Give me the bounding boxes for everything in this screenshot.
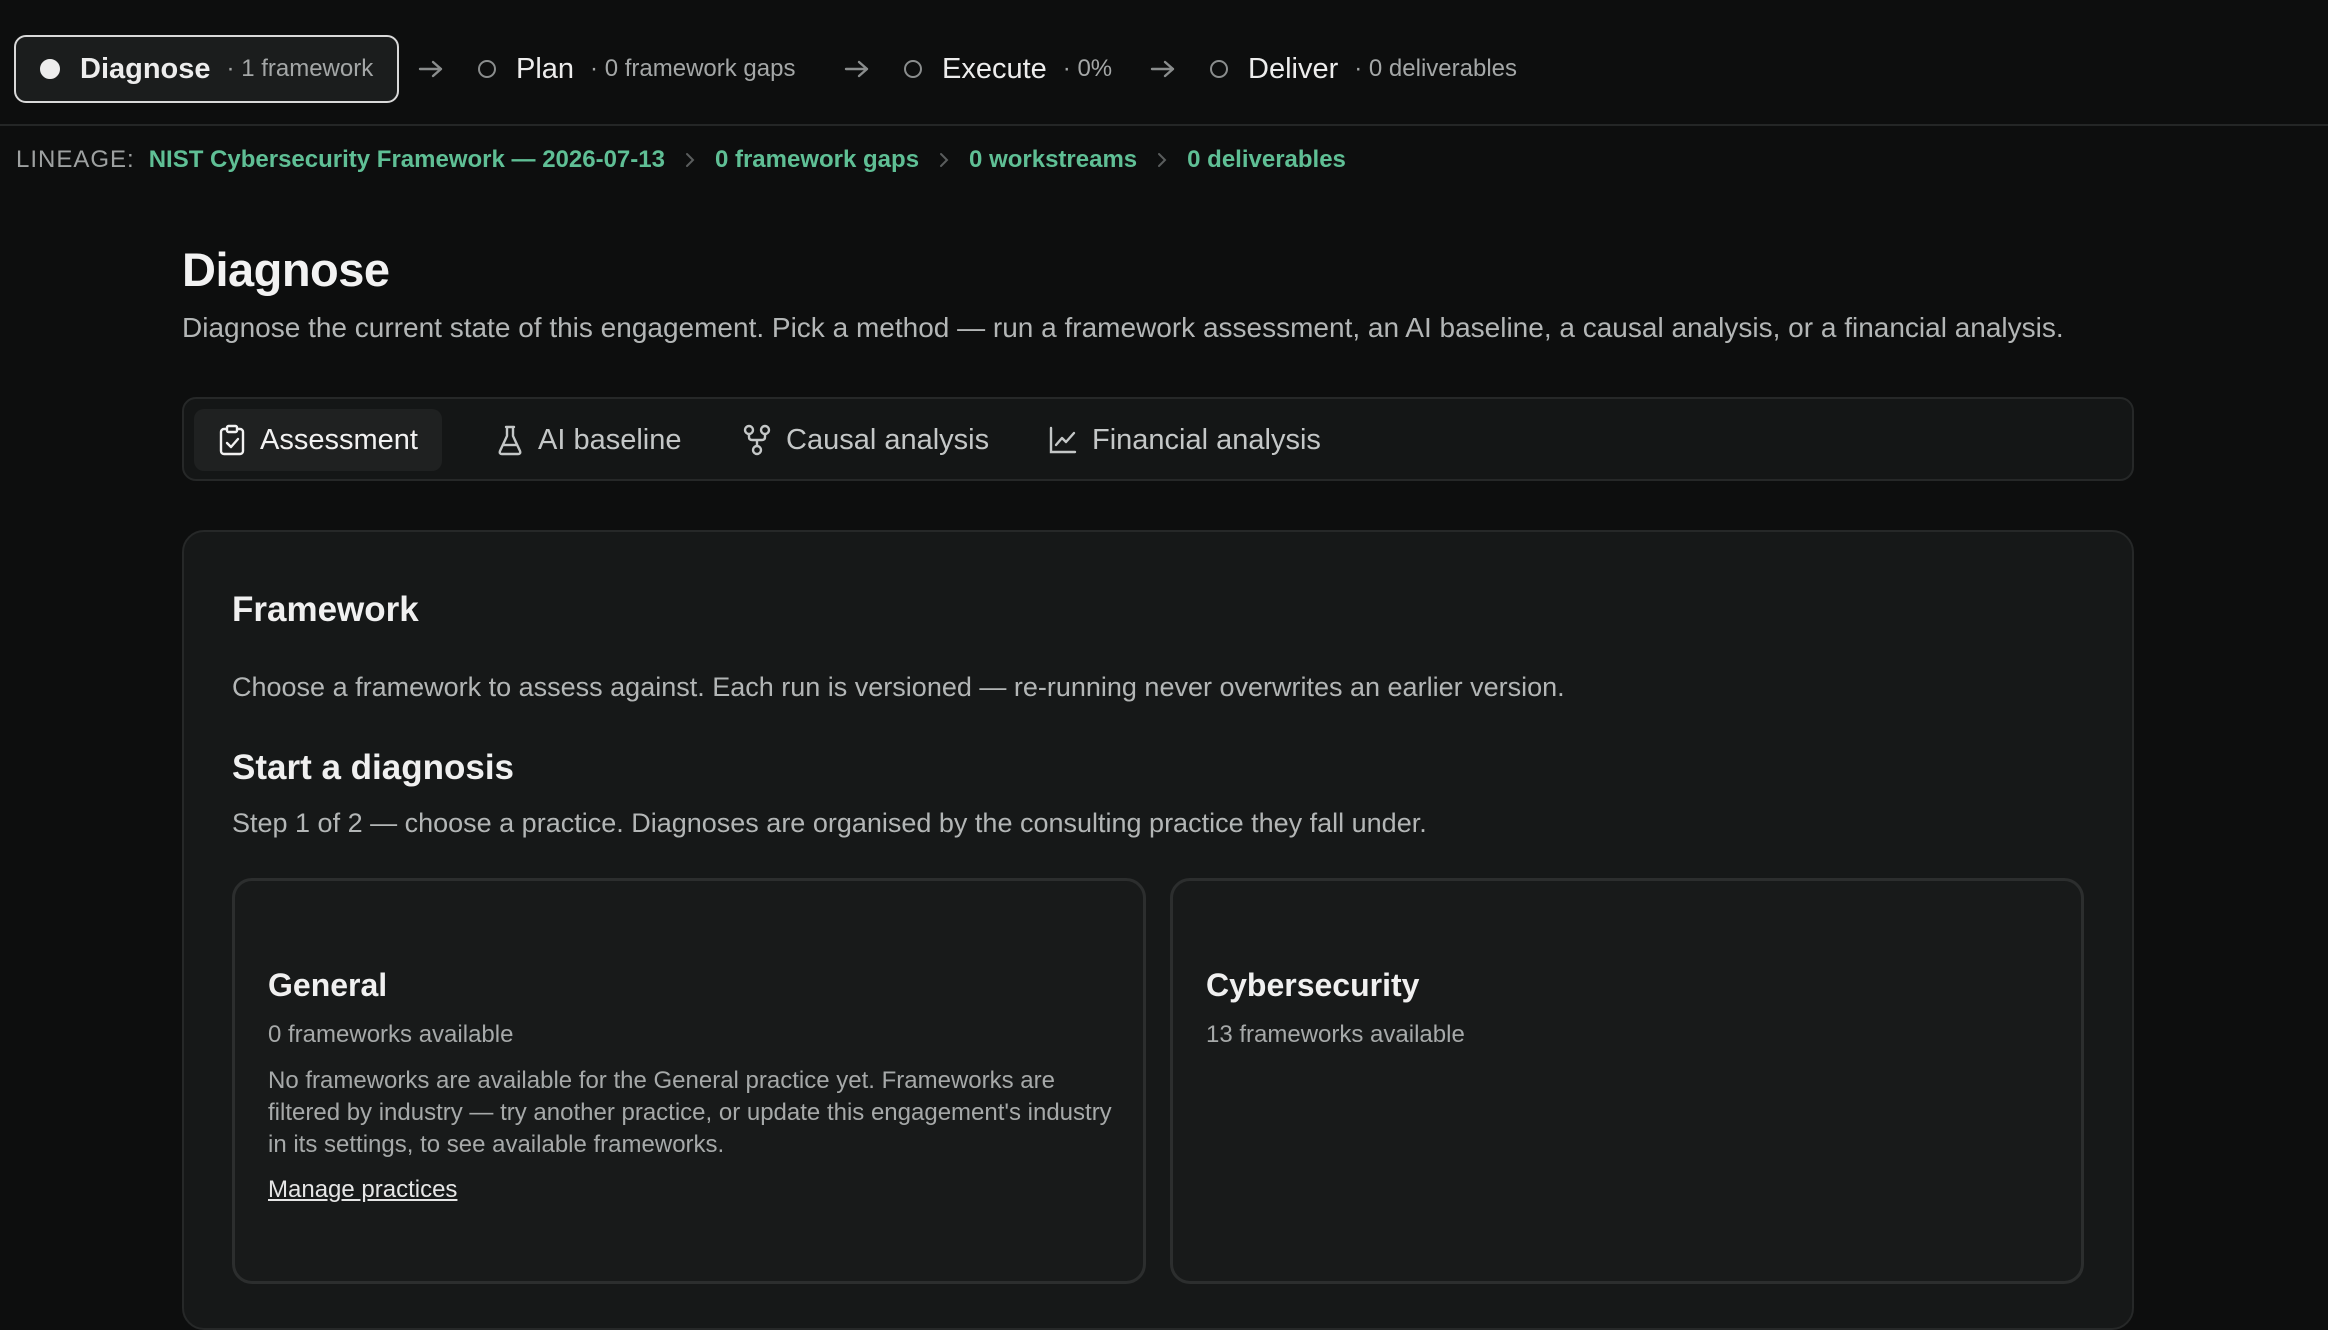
diagnosis-description: Step 1 of 2 — choose a practice. Diagnos… — [232, 808, 1427, 838]
lineage-link-framework[interactable]: NIST Cybersecurity Framework — 2026-07-1… — [149, 146, 665, 174]
step-label: Plan — [516, 52, 575, 85]
workflow-stepper: Diagnose · 1 framework Plan · 0 framewor… — [0, 0, 2328, 126]
tab-label: Causal analysis — [786, 423, 990, 456]
step-status-filled-icon — [40, 59, 60, 79]
chevron-right-icon — [685, 152, 695, 168]
assessment-panel: Framework Choose a framework to assess a… — [182, 530, 2134, 1330]
tab-financial-analysis[interactable]: Financial analysis — [1024, 409, 1345, 471]
arrow-right-icon — [1148, 46, 1178, 92]
step-label: Diagnose — [80, 52, 211, 85]
method-tabs: Assessment AI baseline Causal analysis F… — [182, 397, 2134, 481]
flask-icon — [498, 425, 522, 456]
practice-framework-count: 0 frameworks available — [268, 1021, 514, 1048]
lineage-label: LINEAGE: — [16, 146, 135, 173]
practice-card-cybersecurity[interactable]: Cybersecurity 13 frameworks available — [1170, 878, 2084, 1284]
tab-ai-baseline[interactable]: AI baseline — [472, 409, 706, 471]
step-status-empty-icon — [478, 60, 496, 78]
diagnosis-title: Start a diagnosis — [232, 748, 515, 787]
step-plan[interactable]: Plan · 0 framework gaps — [478, 35, 795, 103]
step-execute[interactable]: Execute · 0% — [904, 35, 1112, 103]
step-deliver[interactable]: Deliver · 0 deliverables — [1210, 35, 1517, 103]
step-status-empty-icon — [1210, 60, 1228, 78]
clipboard-check-icon — [219, 424, 245, 456]
arrow-right-icon — [416, 46, 446, 92]
tab-label: AI baseline — [538, 423, 682, 456]
step-label: Execute — [942, 52, 1047, 85]
lineage-breadcrumb: LINEAGE: NIST Cybersecurity Framework — … — [16, 140, 1346, 180]
framework-title: Framework — [232, 590, 419, 629]
tab-causal-analysis[interactable]: Causal analysis — [718, 409, 1013, 471]
page-title: Diagnose — [182, 243, 390, 296]
lineage-link-deliverables[interactable]: 0 deliverables — [1187, 146, 1346, 174]
step-meta: · 0 deliverables — [1354, 55, 1517, 82]
tab-label: Financial analysis — [1092, 423, 1321, 456]
practice-name: Cybersecurity — [1206, 967, 1420, 1003]
step-status-empty-icon — [904, 60, 922, 78]
practice-card-general[interactable]: General 0 frameworks available No framew… — [232, 878, 1146, 1284]
arrow-right-icon — [842, 46, 872, 92]
step-label: Deliver — [1248, 52, 1339, 85]
git-fork-icon — [743, 424, 771, 456]
chevron-right-icon — [939, 152, 949, 168]
tab-assessment[interactable]: Assessment — [194, 409, 442, 471]
practice-framework-count: 13 frameworks available — [1206, 1021, 1465, 1048]
step-meta: · 0 framework gaps — [590, 55, 796, 82]
step-diagnose[interactable]: Diagnose · 1 framework — [14, 35, 400, 103]
practice-empty-note: No frameworks are available for the Gene… — [268, 1067, 1112, 1158]
lineage-link-gaps[interactable]: 0 framework gaps — [715, 146, 919, 174]
step-meta: · 1 framework — [226, 55, 374, 82]
step-meta: · 0% — [1062, 55, 1113, 82]
tab-label: Assessment — [260, 423, 418, 456]
manage-practices-link[interactable]: Manage practices — [268, 1176, 457, 1204]
lineage-link-workstreams[interactable]: 0 workstreams — [969, 146, 1137, 174]
line-chart-icon — [1049, 426, 1077, 454]
practice-name: General — [268, 967, 388, 1003]
page-description: Diagnose the current state of this engag… — [182, 312, 2064, 343]
framework-description: Choose a framework to assess against. Ea… — [232, 672, 1565, 702]
chevron-right-icon — [1157, 152, 1167, 168]
